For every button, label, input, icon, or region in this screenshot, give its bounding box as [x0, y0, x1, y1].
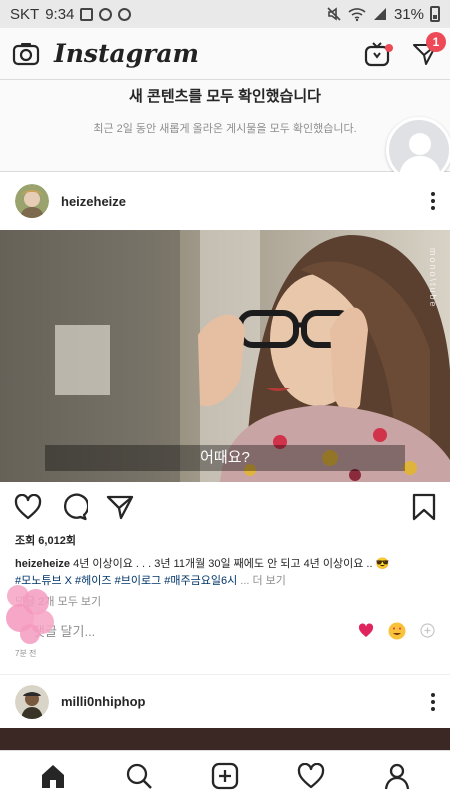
sync-icon [99, 7, 113, 21]
default-avatar-icon [399, 133, 441, 176]
more-options-icon[interactable] [431, 192, 435, 210]
direct-badge: 1 [426, 31, 446, 52]
caught-up-banner: 새 콘텐츠를 모두 확인했습니다 최근 2일 동안 새롭게 올라온 게시물을 모… [0, 80, 450, 172]
see-more-link[interactable]: ... 더 보기 [240, 575, 286, 587]
wifi-icon [348, 8, 366, 22]
mute-icon [327, 7, 341, 21]
bookmark-icon[interactable] [412, 493, 436, 521]
igtv-button[interactable] [364, 41, 393, 67]
igtv-new-dot [385, 43, 393, 52]
next-post-header: milli0nhiphop [0, 674, 450, 728]
profile-icon[interactable] [383, 762, 411, 790]
top-bar: Instagram 1 [0, 28, 450, 80]
post-header: heizeheize [0, 172, 450, 230]
share-icon[interactable] [106, 493, 134, 521]
battery-percent: 31% [393, 5, 424, 23]
caption-text: 4년 이상이요 . . . 3년 11개월 30일 째에도 안 되고 4년 이상… [73, 558, 390, 570]
post-caption: heizeheize 4년 이상이요 . . . 3년 11개월 30일 째에도… [15, 556, 435, 590]
caught-up-subtitle: 최근 2일 동안 새롭게 올라온 게시물을 모두 확인했습니다. [93, 123, 357, 135]
heart-eyes-emoji-icon[interactable] [388, 622, 406, 640]
add-comment-row[interactable]: 댓글 달기... [15, 621, 435, 640]
bottom-navigation [0, 750, 450, 800]
post-time: 7분 전 [15, 649, 37, 658]
carrier-label: SKT [10, 5, 40, 23]
comment-icon[interactable] [60, 493, 88, 521]
add-emoji-icon[interactable] [420, 623, 435, 638]
pink-blob-decoration [6, 585, 54, 644]
instagram-logo[interactable]: Instagram [54, 39, 199, 68]
messenger-icon [118, 7, 132, 21]
video-watermark: mono\tube [428, 248, 438, 309]
video-subtitle: 어때요? [45, 445, 405, 471]
activity-heart-icon[interactable] [297, 762, 325, 789]
signal-icon [373, 8, 386, 20]
post-actions [0, 482, 450, 532]
caught-up-title: 새 콘텐츠를 모두 확인했습니다 [129, 88, 321, 105]
view-all-comments-link[interactable]: 댓글 2개 모두 보기 [15, 593, 435, 609]
direct-button[interactable]: 1 [412, 31, 446, 67]
camera-icon[interactable] [12, 40, 40, 68]
search-icon[interactable] [125, 762, 153, 790]
home-icon[interactable] [39, 762, 67, 790]
next-post-more-options-icon[interactable] [431, 692, 435, 711]
caption-username[interactable]: heizeheize [15, 558, 70, 570]
clock: 9:34 [45, 5, 75, 23]
new-post-icon[interactable] [211, 762, 239, 790]
avatar[interactable] [15, 184, 49, 218]
red-heart-emoji-icon[interactable] [358, 623, 374, 638]
view-count[interactable]: 조회 6,012회 [15, 532, 435, 548]
gallery-icon [80, 7, 94, 21]
status-bar: SKT 9:34 31% [0, 0, 450, 28]
next-post-avatar[interactable] [15, 684, 49, 719]
next-post-media-peek [0, 728, 450, 750]
post-username[interactable]: heizeheize [61, 194, 126, 209]
next-post-username[interactable]: milli0nhiphop [61, 694, 146, 709]
heart-icon[interactable] [14, 494, 42, 520]
post-media[interactable]: mono\tube 어때요? [0, 230, 450, 482]
battery-icon [430, 6, 440, 22]
